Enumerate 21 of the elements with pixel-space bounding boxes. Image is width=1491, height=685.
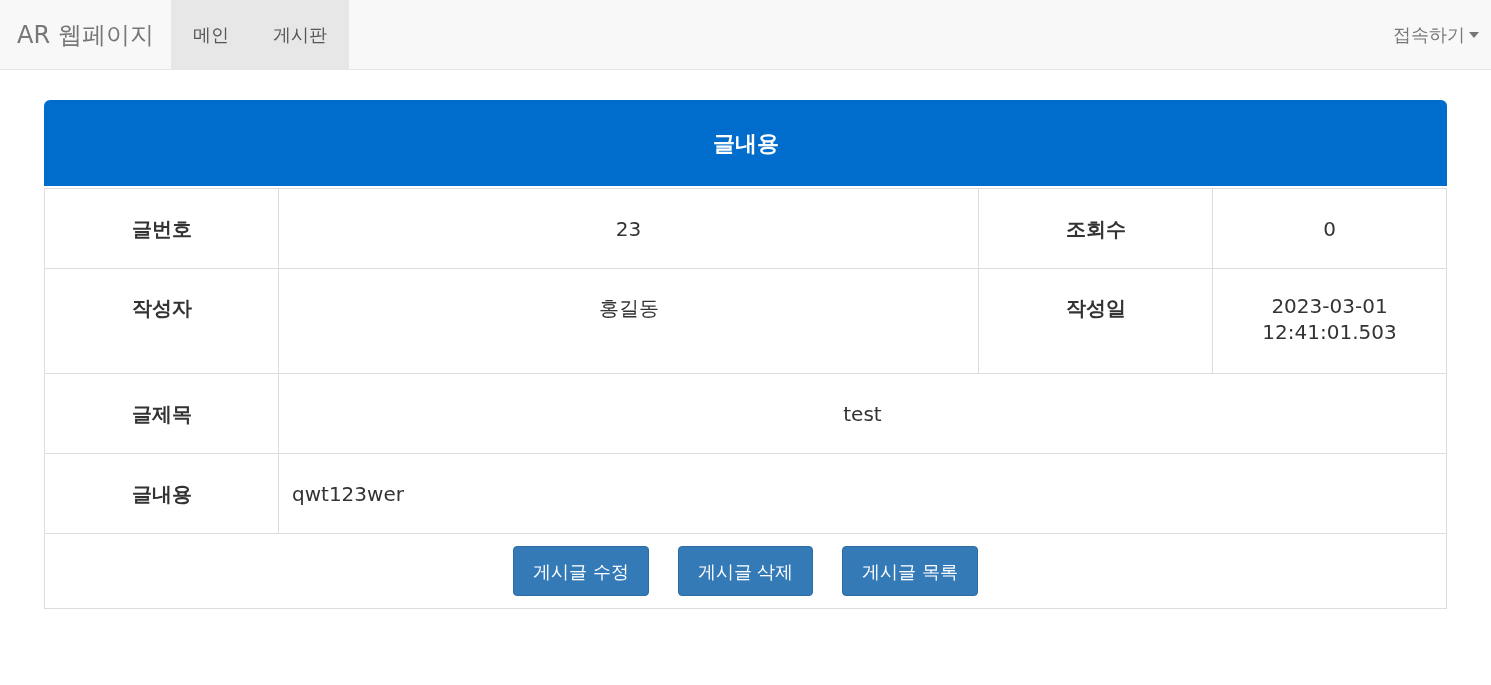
field-value: 2023-03-01 12:41:01.503 [1212,268,1447,374]
account-dropdown[interactable]: 접속하기 [1381,0,1491,69]
panel-title: 글내용 [712,129,779,158]
action-button[interactable]: 게시글 목록 [842,546,979,596]
field-label: 작성일 [978,268,1213,374]
action-button[interactable]: 게시글 수정 [512,546,649,596]
nav-link[interactable]: 메인 [170,0,251,69]
field-label: 글제목 [44,373,279,454]
field-label: 작성자 [44,268,279,374]
field-value: 23 [278,188,979,269]
field-value: 0 [1212,188,1447,269]
field-value: qwt123wer [278,453,1447,534]
field-value: test [278,373,1447,454]
field-label: 조회수 [978,188,1213,269]
field-value: 홍길동 [278,268,979,374]
action-button[interactable]: 게시글 삭제 [677,546,814,596]
brand-title[interactable]: AR 웹페이지 [0,0,171,69]
field-label: 글번호 [44,188,279,269]
field-label: 글내용 [44,453,279,534]
caret-icon [1469,31,1479,38]
nav-link[interactable]: 게시판 [250,0,349,69]
